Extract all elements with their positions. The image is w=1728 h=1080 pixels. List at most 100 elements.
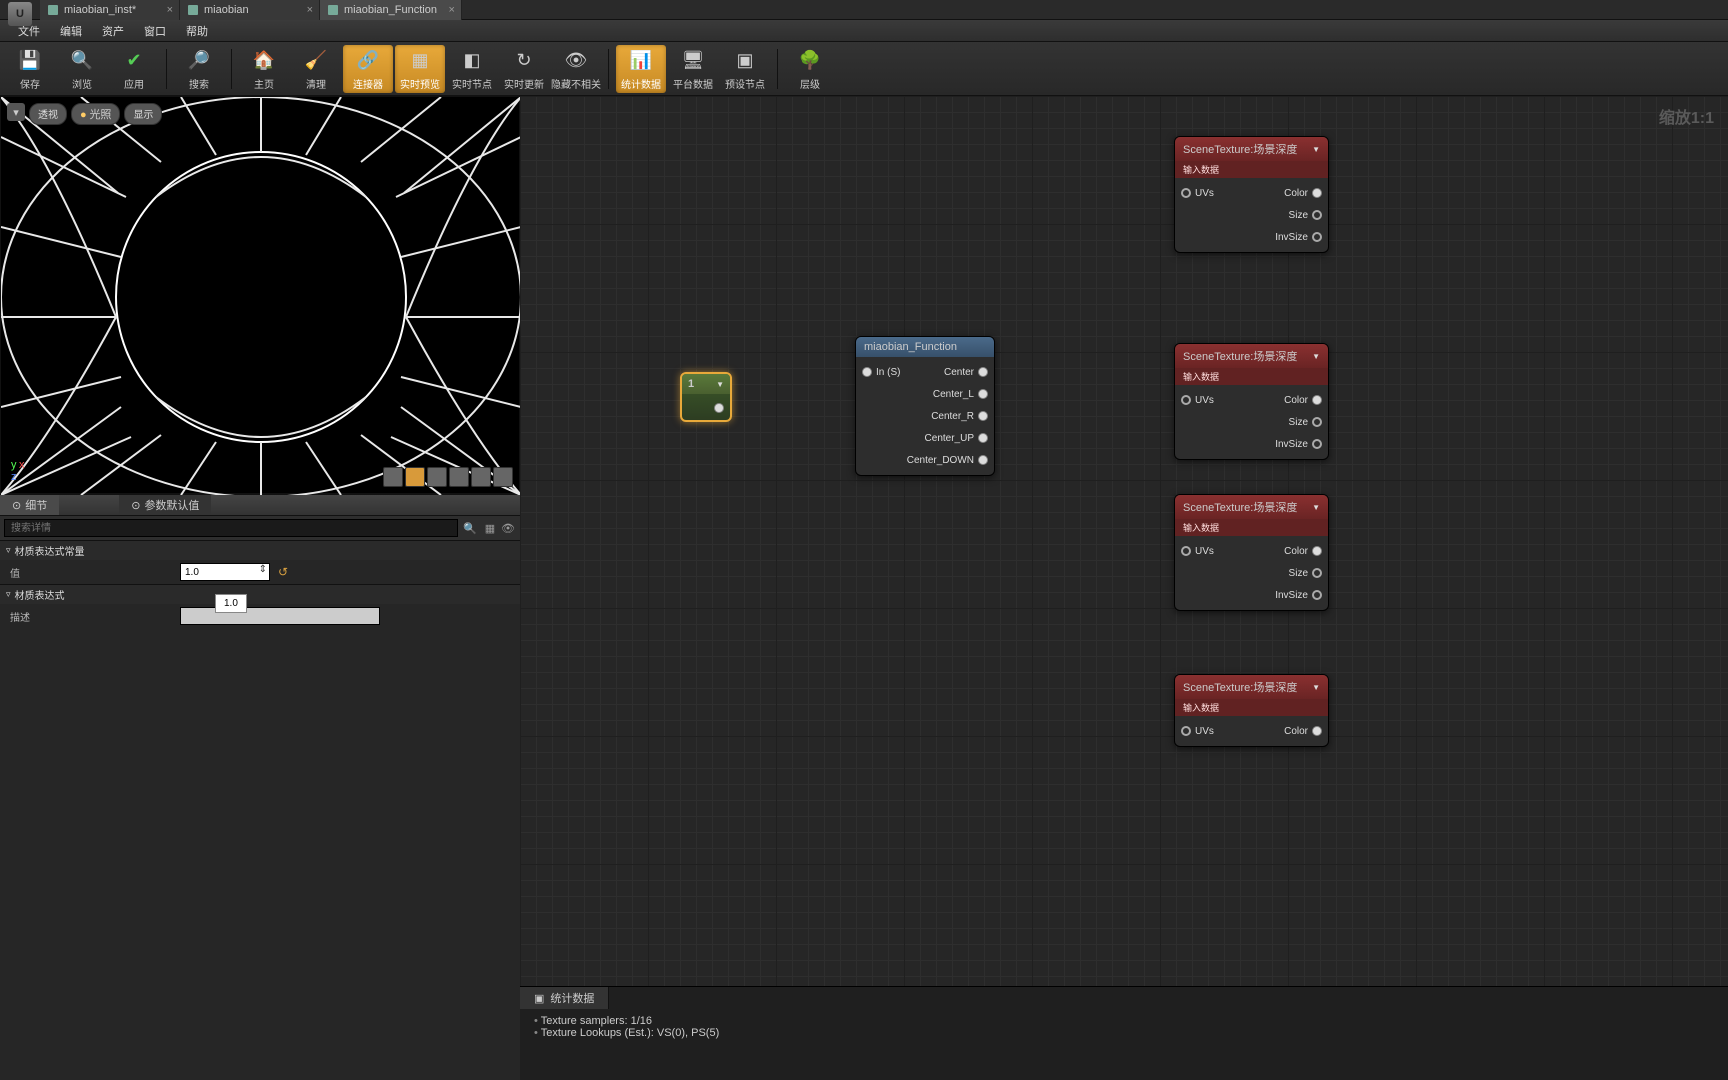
tab-details[interactable]: ⊙细节 [0, 495, 59, 515]
browse-icon: 🔍 [68, 46, 96, 74]
shape-cylinder-button[interactable] [383, 467, 403, 487]
viewport-options-dropdown[interactable]: ▾ [7, 103, 25, 121]
stats-line: Texture samplers: 1/16 [534, 1015, 1714, 1027]
viewport-lit-button[interactable]: ● 光照 [71, 103, 120, 125]
output-pin[interactable] [1312, 395, 1322, 405]
terminal-icon: ▣ [534, 992, 544, 1005]
platform-data-button[interactable]: 🖥平台数据 [668, 45, 718, 93]
details-search-row: 🔍 ▦ 👁 [0, 516, 520, 540]
output-pin[interactable] [978, 433, 988, 443]
search-icon: 🔎 [185, 46, 213, 74]
grid-toggle-button[interactable] [493, 467, 513, 487]
output-pin[interactable] [1312, 590, 1322, 600]
prop-row-value: 值 ↺ [0, 560, 520, 584]
tab-param-defaults[interactable]: ⊙参数默认值 [119, 495, 211, 515]
node-title: SceneTexture:场景深度 [1183, 348, 1297, 364]
output-pin[interactable] [1312, 232, 1322, 242]
section-const-expr[interactable]: 材质表达式常量 [0, 540, 520, 560]
chevron-down-icon[interactable]: ▼ [716, 380, 724, 389]
output-pin[interactable] [1312, 439, 1322, 449]
search-icon[interactable]: 🔍 [462, 520, 478, 536]
output-pin[interactable] [714, 403, 724, 413]
chevron-down-icon[interactable]: ▼ [1312, 352, 1320, 361]
eye-icon[interactable]: 👁 [500, 520, 516, 536]
browse-button[interactable]: 🔍浏览 [57, 45, 107, 93]
connectors-button[interactable]: 🔗连接器 [343, 45, 393, 93]
details-tabs: ⊙细节 ⊙参数默认值 [0, 494, 520, 516]
close-icon[interactable]: × [307, 4, 313, 16]
output-pin[interactable] [1312, 546, 1322, 556]
toolbar: 💾保存 🔍浏览 ✔应用 🔎搜索 🏠主页 🧹清理 🔗连接器 ▦实时预览 ◧实时节点… [0, 42, 1728, 96]
viewport-show-button[interactable]: 显示 [124, 103, 162, 125]
hierarchy-button[interactable]: 🌳层级 [785, 45, 835, 93]
apply-button[interactable]: ✔应用 [109, 45, 159, 93]
preview-viewport[interactable]: ▾ 透视 ● 光照 显示 y xz [0, 96, 520, 494]
live-preview-button[interactable]: ▦实时预览 [395, 45, 445, 93]
tab-miaobian[interactable]: miaobian× [180, 0, 320, 20]
material-icon [188, 5, 198, 15]
output-pin[interactable] [1312, 726, 1322, 736]
input-pin[interactable] [1181, 726, 1191, 736]
input-pin[interactable] [862, 367, 872, 377]
reset-button[interactable]: ↺ [278, 565, 288, 579]
node-title: SceneTexture:场景深度 [1183, 679, 1297, 695]
shape-plane-button[interactable] [427, 467, 447, 487]
chevron-down-icon[interactable]: ▼ [1312, 145, 1320, 154]
scene-texture-node-2[interactable]: SceneTexture:场景深度▼ 输入数据 UVsColor Size In… [1174, 343, 1329, 460]
shape-sphere-button[interactable] [405, 467, 425, 487]
const-value: 1 [688, 378, 694, 390]
input-pin[interactable] [1181, 395, 1191, 405]
close-icon[interactable]: × [449, 4, 455, 16]
home-button[interactable]: 🏠主页 [239, 45, 289, 93]
input-pin[interactable] [1181, 546, 1191, 556]
matrix-icon[interactable]: ▦ [482, 520, 498, 536]
output-pin[interactable] [978, 389, 988, 399]
scene-texture-node-1[interactable]: SceneTexture:场景深度▼ 输入数据 UVsColor Size In… [1174, 136, 1329, 253]
function-node[interactable]: miaobian_Function In (S)Center Center_L … [855, 336, 995, 476]
tab-miaobian-function[interactable]: miaobian_Function× [320, 0, 462, 20]
material-graph[interactable]: 缩放1:1 材质 1▼ miaobian_Function In (S)Cen [520, 96, 1728, 1080]
menu-asset[interactable]: 资产 [92, 23, 134, 39]
axis-gizmo: y xz [11, 459, 25, 483]
scene-texture-node-3[interactable]: SceneTexture:场景深度▼ 输入数据 UVsColor Size In… [1174, 494, 1329, 611]
viewport-perspective-button[interactable]: 透视 [29, 103, 67, 125]
desc-input[interactable] [180, 607, 380, 625]
tab-miaobian-inst[interactable]: miaobian_inst*× [40, 0, 180, 20]
node-title: SceneTexture:场景深度 [1183, 141, 1297, 157]
save-button[interactable]: 💾保存 [5, 45, 55, 93]
output-pin[interactable] [1312, 188, 1322, 198]
close-icon[interactable]: × [167, 4, 173, 16]
menu-window[interactable]: 窗口 [134, 23, 176, 39]
chevron-down-icon[interactable]: ▼ [1312, 503, 1320, 512]
value-input[interactable] [180, 563, 270, 581]
cleanup-button[interactable]: 🧹清理 [291, 45, 341, 93]
prop-label-desc: 描述 [10, 609, 180, 624]
live-nodes-button[interactable]: ◧实时节点 [447, 45, 497, 93]
menu-bar: 文件 编辑 资产 窗口 帮助 [0, 20, 1728, 42]
output-pin[interactable] [978, 367, 988, 377]
section-mat-expr[interactable]: 材质表达式 [0, 584, 520, 604]
preview-nodes-button[interactable]: ▣预设节点 [720, 45, 770, 93]
constant-node[interactable]: 1▼ [680, 372, 732, 422]
chevron-down-icon[interactable]: ▼ [1312, 683, 1320, 692]
stats-button[interactable]: 📊统计数据 [616, 45, 666, 93]
output-pin[interactable] [1312, 417, 1322, 427]
stats-tab[interactable]: ▣统计数据 [520, 987, 609, 1009]
save-icon: 💾 [16, 46, 44, 74]
input-pin[interactable] [1181, 188, 1191, 198]
output-pin[interactable] [978, 455, 988, 465]
shape-teapot-button[interactable] [471, 467, 491, 487]
hide-unrelated-button[interactable]: 👁隐藏不相关 [551, 45, 601, 93]
search-button[interactable]: 🔎搜索 [174, 45, 224, 93]
output-pin[interactable] [1312, 568, 1322, 578]
left-panel: ▾ 透视 ● 光照 显示 y xz [0, 96, 520, 1080]
details-search-input[interactable] [4, 519, 458, 537]
menu-edit[interactable]: 编辑 [50, 23, 92, 39]
live-update-button[interactable]: ↻实时更新 [499, 45, 549, 93]
output-pin[interactable] [1312, 210, 1322, 220]
shape-cube-button[interactable] [449, 467, 469, 487]
menu-help[interactable]: 帮助 [176, 23, 218, 39]
scene-texture-node-4[interactable]: SceneTexture:场景深度▼ 输入数据 UVsColor [1174, 674, 1329, 747]
output-pin[interactable] [978, 411, 988, 421]
viewport-preview-content [1, 97, 521, 495]
